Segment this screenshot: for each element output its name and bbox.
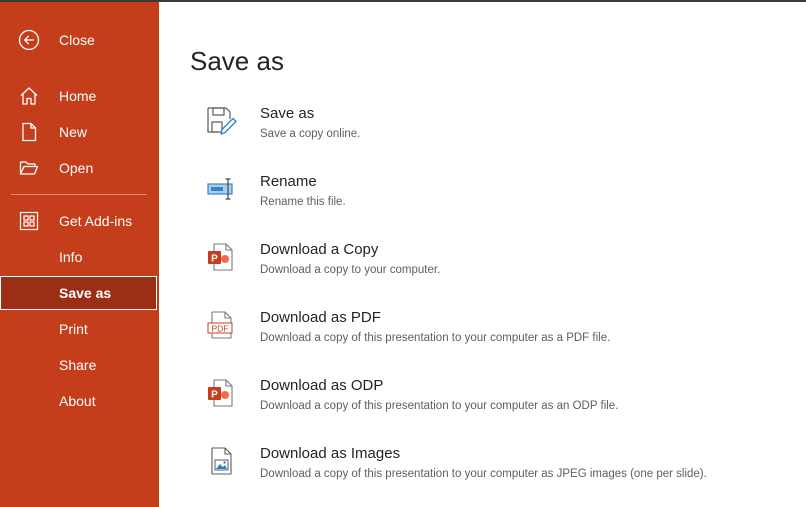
open-folder-icon: [18, 158, 40, 178]
option-title: Download as Images: [260, 445, 401, 462]
sidebar-item-new[interactable]: New: [0, 115, 157, 149]
sidebar-item-save-as[interactable]: Save as: [0, 276, 157, 310]
svg-text:PDF: PDF: [212, 324, 229, 334]
download-pdf-option[interactable]: PDF Download as PDF Download a copy of t…: [199, 309, 789, 361]
pdf-file-icon: PDF: [205, 309, 237, 341]
sidebar-item-print[interactable]: Print: [0, 312, 157, 346]
sidebar-item-about[interactable]: About: [0, 384, 157, 418]
svg-text:P: P: [211, 254, 218, 265]
download-images-option[interactable]: Download as Images Download a copy of th…: [199, 445, 789, 497]
sidebar-item-label: Print: [59, 321, 88, 337]
close-button[interactable]: Close: [0, 23, 157, 57]
sidebar-item-label: Get Add-ins: [59, 213, 133, 229]
sidebar-item-home[interactable]: Home: [0, 79, 157, 113]
sidebar-item-label: Home: [59, 88, 97, 104]
powerpoint-file-icon: P: [205, 377, 237, 409]
option-description: Download a copy of this presentation to …: [260, 332, 611, 344]
save-as-panel: Save as Save as Save a copy online. Rena…: [159, 2, 806, 507]
new-document-icon: [18, 122, 40, 142]
sidebar-item-label: Info: [59, 249, 83, 265]
option-title: Download as PDF: [260, 309, 381, 326]
option-description: Download a copy of this presentation to …: [260, 400, 619, 412]
sidebar-item-share[interactable]: Share: [0, 348, 157, 382]
option-title: Download a Copy: [260, 241, 379, 258]
sidebar-item-open[interactable]: Open: [0, 151, 157, 185]
sidebar-item-info[interactable]: Info: [0, 240, 157, 274]
option-description: Download a copy to your computer.: [260, 264, 441, 276]
download-odp-option[interactable]: P Download as ODP Download a copy of thi…: [199, 377, 789, 429]
sidebar-divider: [11, 194, 147, 195]
option-title: Rename: [260, 173, 317, 190]
add-ins-grid-icon: [18, 211, 40, 231]
home-icon: [18, 86, 40, 106]
sidebar-item-label: About: [59, 393, 96, 409]
save-as-icon: [205, 105, 237, 137]
sidebar-item-label: Share: [59, 357, 97, 373]
option-title: Download as ODP: [260, 377, 384, 394]
option-description: Rename this file.: [260, 196, 346, 208]
option-description: Save a copy online.: [260, 128, 361, 140]
rename-icon: [205, 173, 237, 205]
backstage-sidebar: Close Home New Open Get Add-ins Info Sav…: [0, 2, 159, 507]
back-arrow-icon: [18, 29, 40, 51]
sidebar-item-label: Open: [59, 160, 94, 176]
option-description: Download a copy of this presentation to …: [260, 468, 707, 480]
download-copy-option[interactable]: P Download a Copy Download a copy to you…: [199, 241, 789, 293]
option-title: Save as: [260, 105, 315, 122]
powerpoint-file-icon: P: [205, 241, 237, 273]
sidebar-item-label: New: [59, 124, 88, 140]
page-title: Save as: [190, 46, 284, 76]
svg-text:P: P: [211, 390, 218, 401]
save-as-option[interactable]: Save as Save a copy online.: [199, 105, 789, 157]
sidebar-item-label: Save as: [59, 285, 112, 301]
sidebar-item-get-add-ins[interactable]: Get Add-ins: [0, 204, 157, 238]
close-label: Close: [59, 32, 95, 48]
image-file-icon: [205, 445, 237, 477]
rename-option[interactable]: Rename Rename this file.: [199, 173, 789, 225]
